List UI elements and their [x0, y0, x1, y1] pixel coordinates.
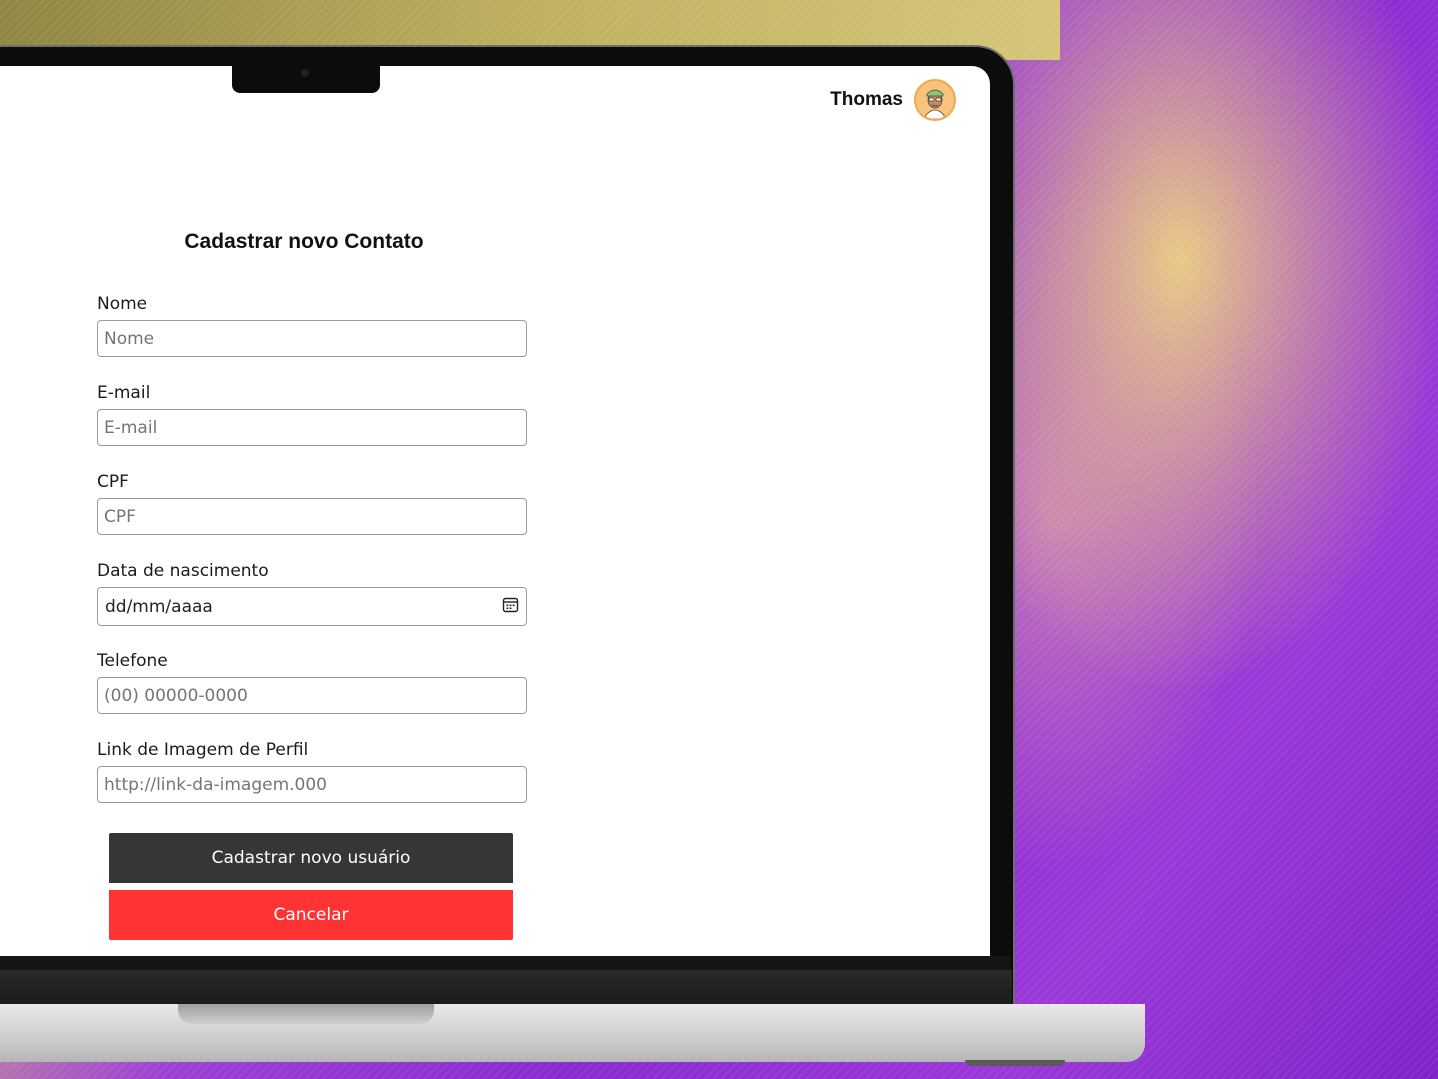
user-name: Thomas — [830, 89, 903, 110]
avatar[interactable] — [914, 79, 956, 121]
nome-field: Nome — [97, 293, 527, 357]
telefone-field: Telefone — [97, 650, 527, 714]
cpf-label: CPF — [97, 472, 129, 492]
email-input[interactable] — [97, 409, 527, 446]
imagem-input[interactable] — [97, 766, 527, 803]
email-field: E-mail — [97, 382, 527, 446]
cpf-input[interactable] — [97, 498, 527, 535]
laptop-hinge — [0, 970, 1012, 1005]
laptop-bezel-bottom — [0, 956, 1010, 970]
avatar-illustration — [916, 81, 954, 119]
email-label: E-mail — [97, 383, 151, 403]
telefone-input[interactable] — [97, 677, 527, 714]
nascimento-label: Data de nascimento — [97, 561, 269, 581]
cancel-button[interactable]: Cancelar — [109, 890, 513, 940]
laptop-foot — [965, 1060, 1065, 1066]
user-menu[interactable]: Thomas — [830, 79, 956, 121]
camera-icon — [301, 69, 309, 77]
page-title: Cadastrar novo Contato — [184, 230, 424, 253]
app-screen: Thomas Cadastrar novo Contato Nome E-mai… — [0, 66, 990, 956]
laptop-base — [0, 1004, 1145, 1062]
nascimento-field: Data de nascimento dd/mm/aaaa — [97, 560, 527, 626]
calendar-icon[interactable] — [502, 596, 519, 618]
submit-button[interactable]: Cadastrar novo usuário — [109, 833, 513, 883]
imagem-label: Link de Imagem de Perfil — [97, 740, 309, 760]
nome-label: Nome — [97, 294, 148, 314]
telefone-label: Telefone — [97, 651, 168, 671]
date-format-text: dd/mm/aaaa — [105, 596, 213, 617]
cpf-field: CPF — [97, 471, 527, 535]
laptop-base-notch — [178, 1004, 434, 1024]
nascimento-date-input[interactable]: dd/mm/aaaa — [97, 587, 527, 626]
imagem-field: Link de Imagem de Perfil — [97, 739, 527, 803]
nome-input[interactable] — [97, 320, 527, 357]
